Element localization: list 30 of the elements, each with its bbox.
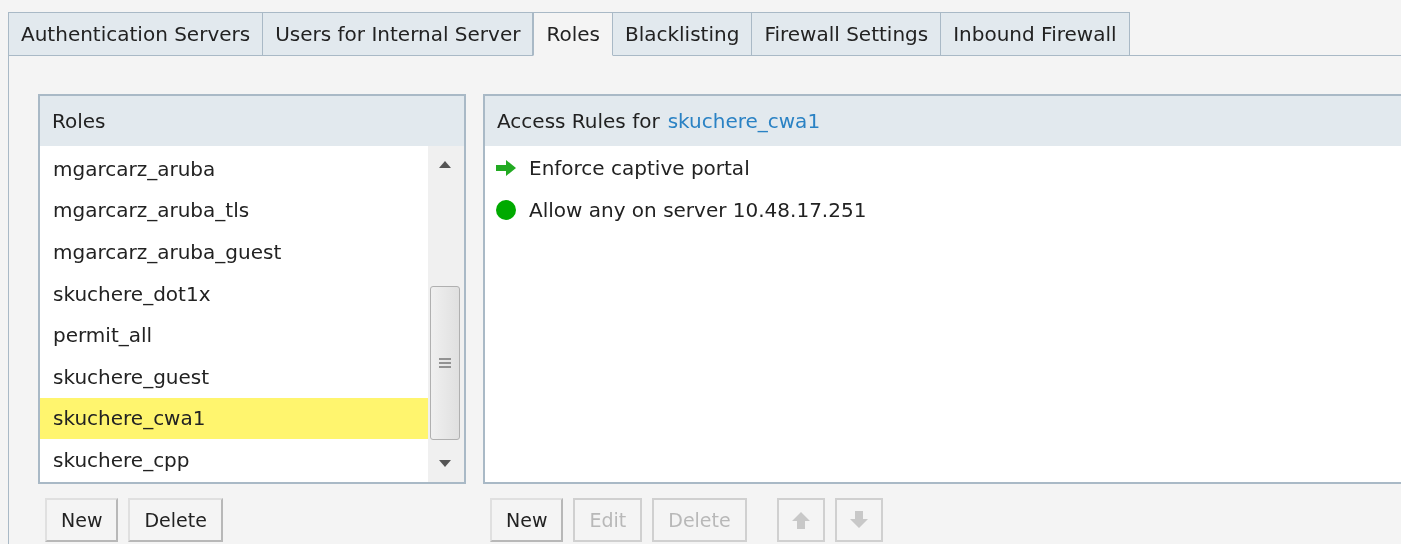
scroll-up-icon[interactable] — [439, 160, 451, 168]
arrow-right-icon — [495, 159, 517, 177]
role-item[interactable]: skuchere_cpp — [40, 439, 428, 481]
role-item[interactable]: mgarcarz_aruba — [40, 148, 428, 190]
role-item[interactable]: skuchere_guest — [40, 355, 428, 398]
grip-icon — [439, 357, 451, 369]
role-item[interactable]: mgarcarz_aruba_tls — [40, 189, 428, 232]
tab[interactable]: Firewall Settings — [752, 12, 942, 56]
role-item[interactable]: mgarcarz_aruba_guest — [40, 231, 428, 273]
panel-title: Roles — [40, 96, 464, 146]
role-item[interactable]: skuchere_cwa1 — [40, 397, 428, 440]
arrow-down-icon — [848, 510, 869, 530]
tab[interactable]: Inbound Firewall — [941, 12, 1130, 56]
title-text: Access Rules for — [497, 109, 660, 133]
scroll-down-icon[interactable] — [439, 460, 451, 468]
rule-button[interactable]: New — [490, 498, 564, 542]
tab[interactable]: Users for Internal Server — [263, 12, 534, 56]
status-dot-icon — [495, 199, 517, 221]
scroll-thumb[interactable] — [430, 286, 460, 440]
tab[interactable]: Roles — [533, 12, 613, 56]
arrow-up-icon — [790, 510, 811, 530]
role-item[interactable]: permit_all — [40, 314, 428, 356]
role-button[interactable]: New — [45, 498, 119, 542]
role-item[interactable]: skuchere_dot1x — [40, 272, 428, 315]
tab[interactable]: Blacklisting — [612, 12, 753, 56]
rule-text[interactable]: Enforce captive portal — [529, 156, 750, 180]
scrollbar[interactable] — [428, 146, 464, 482]
tab[interactable]: Authentication Servers — [8, 12, 264, 56]
role-button[interactable]: Delete — [128, 498, 223, 542]
rule-text[interactable]: Allow any on server 10.48.17.251 — [529, 198, 867, 222]
